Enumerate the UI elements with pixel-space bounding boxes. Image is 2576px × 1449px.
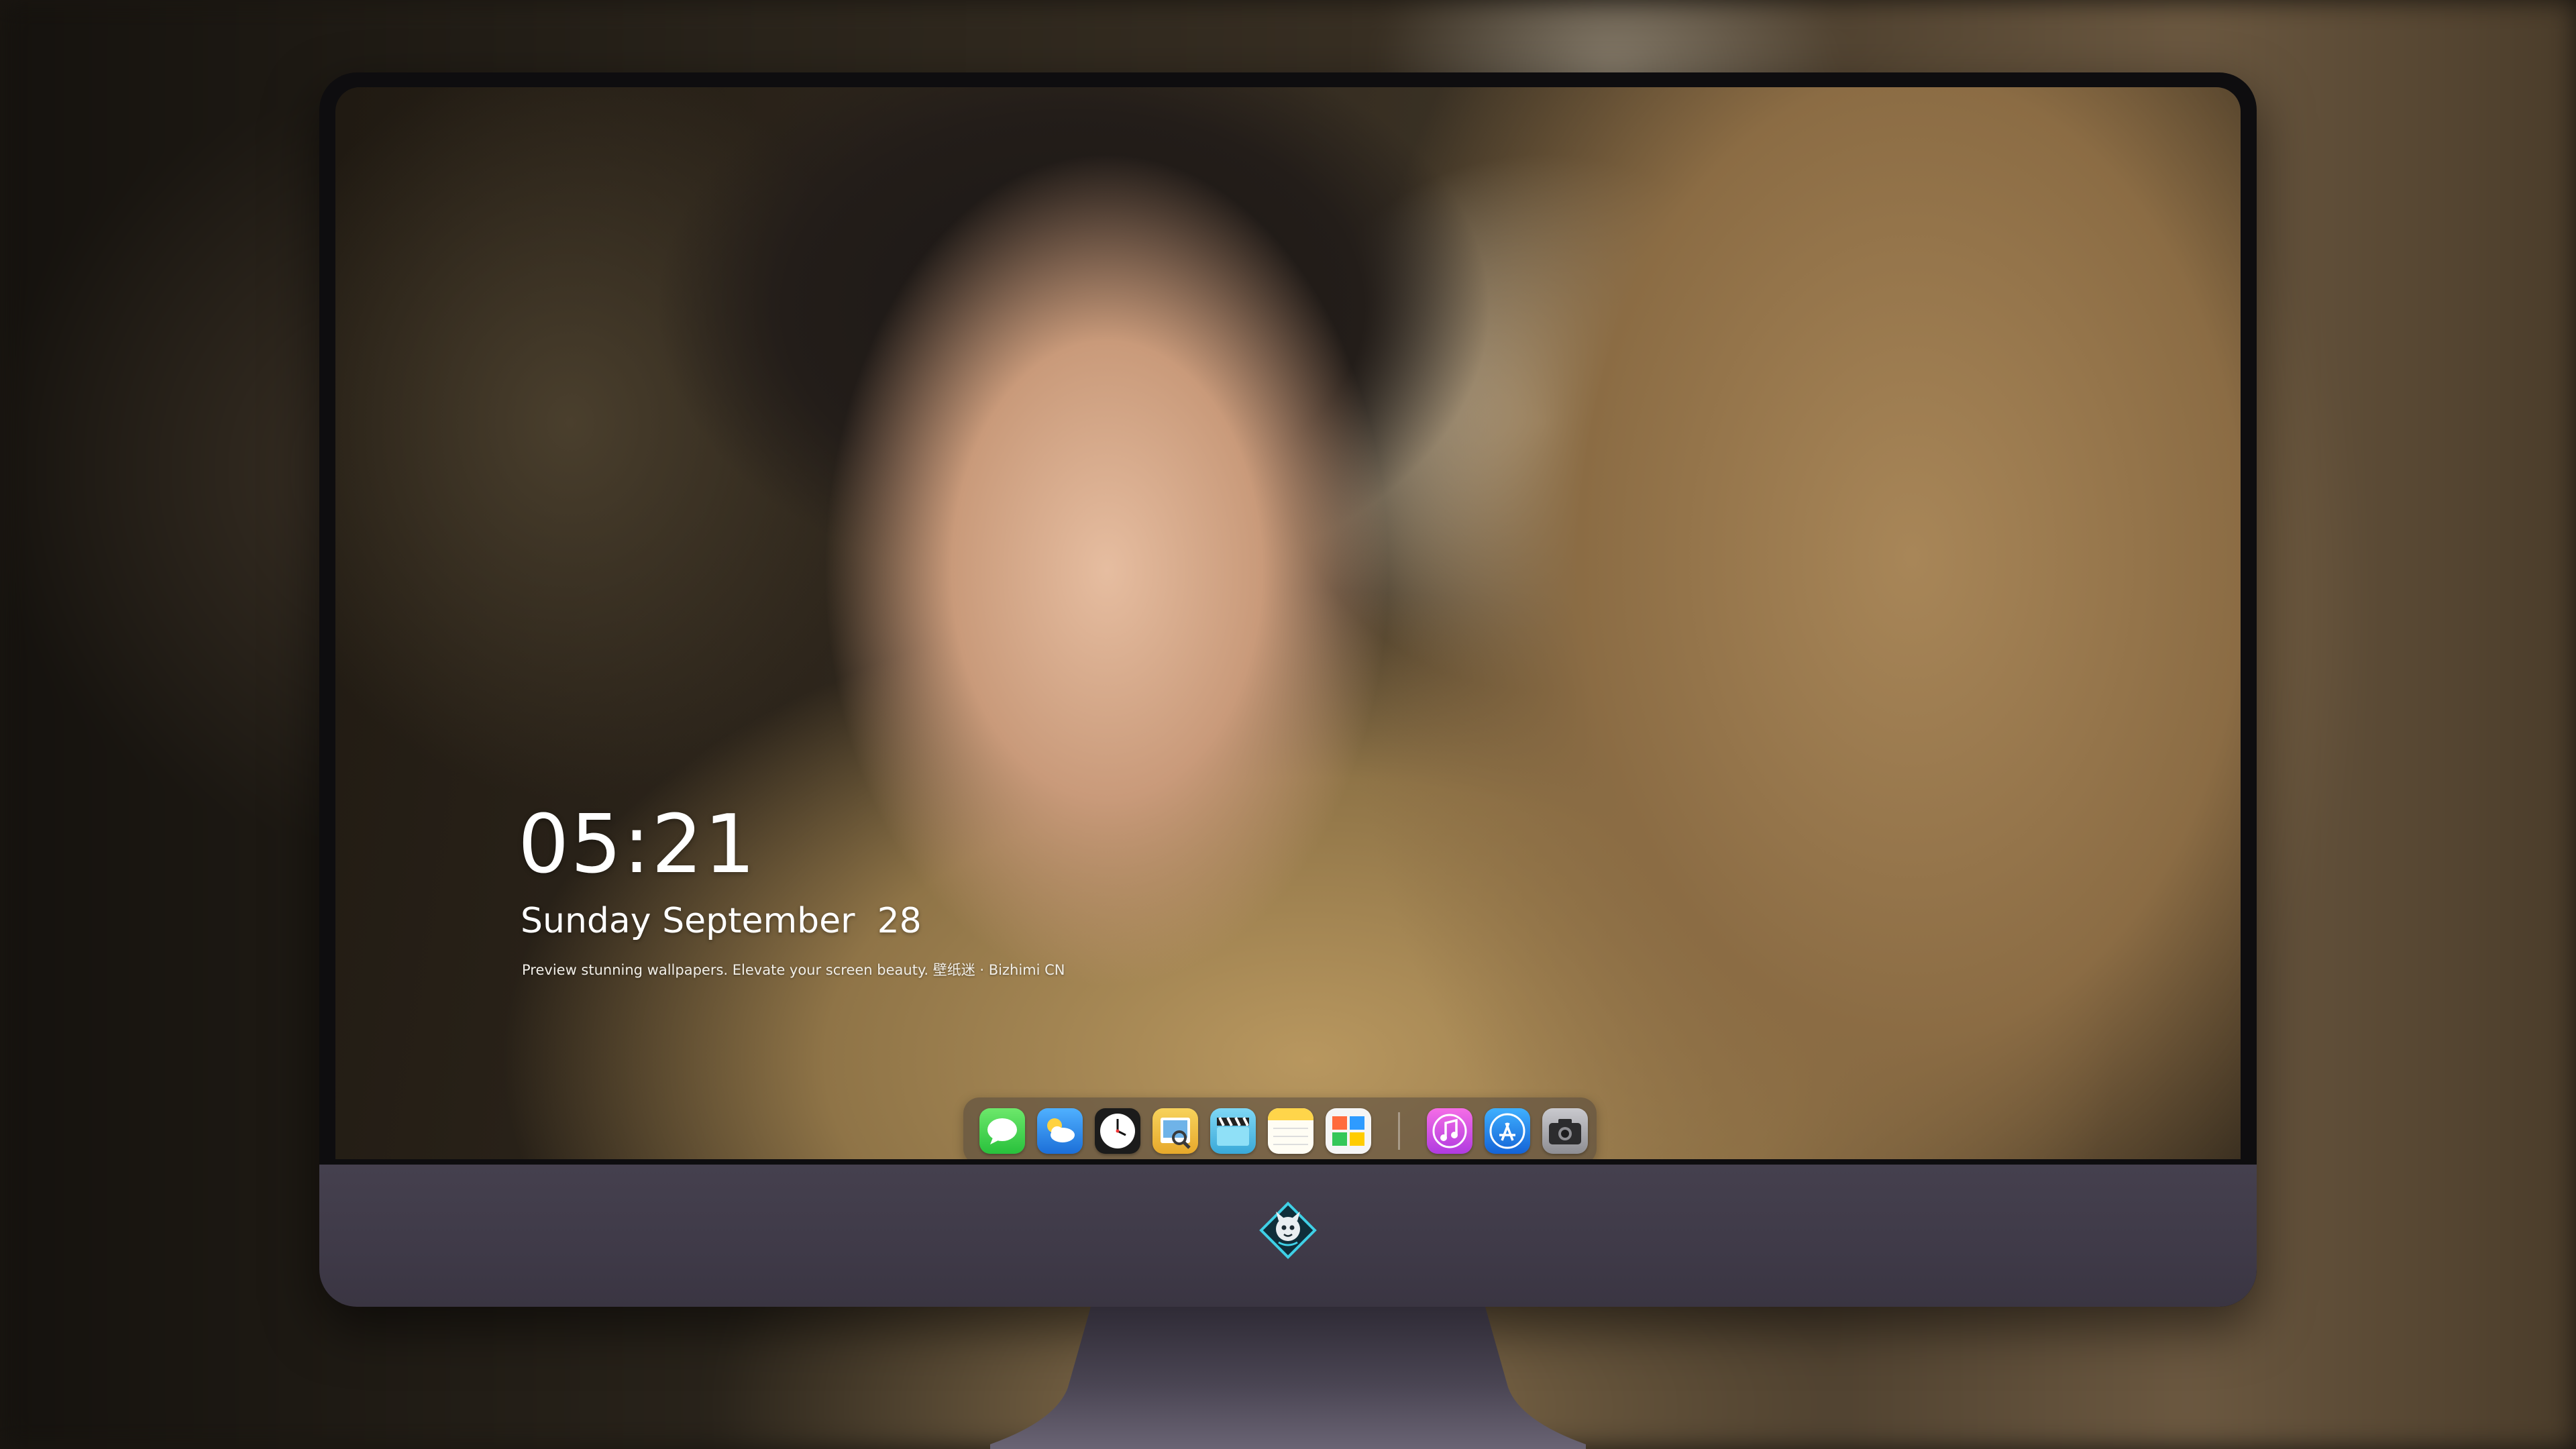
monitor-stand [990,1307,1586,1449]
preview-icon[interactable] [1152,1108,1198,1154]
photos-icon[interactable] [1326,1108,1371,1154]
clapperboard-icon[interactable] [1210,1108,1256,1154]
lock-screen[interactable]: 05:21 Sunday September 28 Preview stunni… [335,87,2241,1159]
notes-icon[interactable] [1268,1108,1313,1154]
camera-icon[interactable] [1542,1108,1588,1154]
weather-icon[interactable] [1037,1108,1083,1154]
clock-time: 05:21 [518,798,757,892]
dock-separator [1398,1112,1400,1150]
dock [963,1097,1597,1159]
monitor: 05:21 Sunday September 28 Preview stunni… [319,72,2257,1307]
mascot-logo-icon [1258,1201,1318,1260]
monitor-chin [319,1165,2257,1307]
app-store-icon[interactable] [1485,1108,1530,1154]
music-icon[interactable] [1427,1108,1472,1154]
wallpaper-tagline: Preview stunning wallpapers. Elevate you… [522,962,1065,978]
messages-icon[interactable] [979,1108,1025,1154]
clock-icon[interactable] [1095,1108,1140,1154]
date-label: Sunday September 28 [521,901,922,941]
